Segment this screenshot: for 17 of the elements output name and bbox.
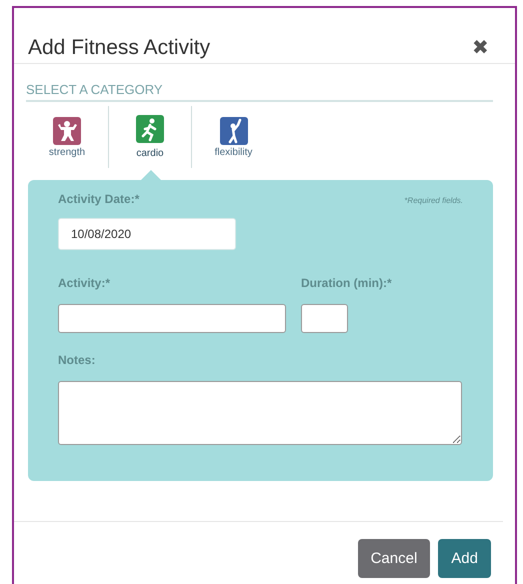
cancel-button[interactable]: Cancel xyxy=(358,539,430,578)
category-tab[interactable]: flexibility xyxy=(192,106,275,168)
date-field[interactable]: 10/08/2020 xyxy=(58,218,236,250)
add-button[interactable]: Add xyxy=(438,539,491,578)
category-tab[interactable]: strength xyxy=(26,106,109,168)
field-label: Activity:* xyxy=(58,276,112,290)
section-heading: SELECT A CATEGORY xyxy=(26,82,493,102)
category-tab[interactable]: cardio xyxy=(109,106,192,168)
field-label: Notes: xyxy=(58,353,96,367)
close-button[interactable]: ✖ xyxy=(472,35,489,60)
notes-field[interactable] xyxy=(58,381,462,445)
required-note: *Required fields. xyxy=(404,196,463,205)
field-label: Activity Date:* xyxy=(58,192,140,206)
duration-field[interactable] xyxy=(301,304,348,333)
field-label: Duration (min):* xyxy=(301,276,392,290)
activity-field[interactable] xyxy=(58,304,286,333)
dialog-title: Add Fitness Activity xyxy=(28,36,210,60)
